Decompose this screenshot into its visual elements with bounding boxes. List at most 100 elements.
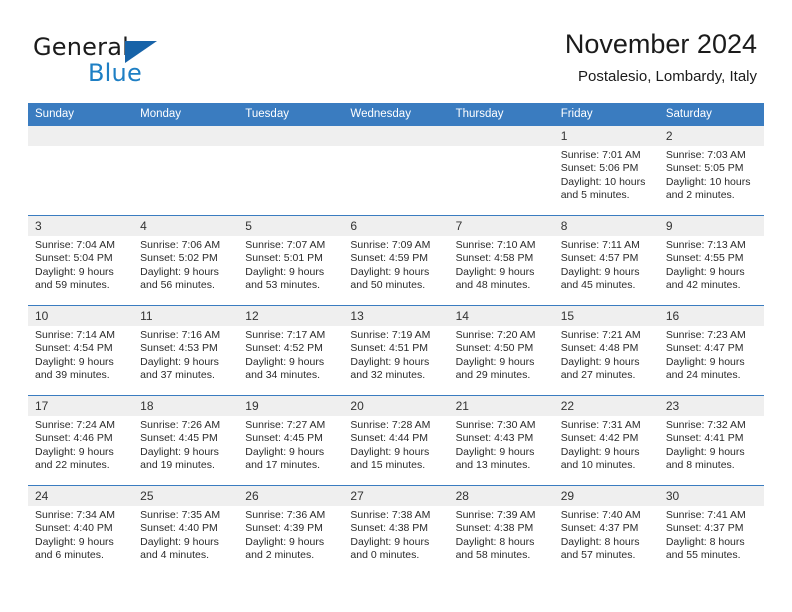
sunset-text: Sunset: 4:43 PM [455,432,534,445]
sunset-text: Sunset: 5:01 PM [245,252,323,265]
daylight-text: Daylight: 9 hours and 34 minutes. [245,355,325,382]
sunset-text: Sunset: 4:47 PM [665,342,744,355]
day-details: Sunrise: 7:11 AM Sunset: 4:57 PM Daylight:… [554,236,659,293]
daylight-text: Daylight: 9 hours and 17 minutes. [245,445,325,472]
sunset-text: Sunset: 4:50 PM [455,342,534,355]
calendar-day-cell[interactable]: 17 Sunrise: 7:24 AM Sunset: 4:46 PM Dayligh… [28,395,134,486]
calendar-day-cell[interactable]: 13 Sunrise: 7:19 AM Sunset: 4:51 PM Dayligh… [343,305,449,396]
calendar-body: 1 Sunrise: 7:01 AM Sunset: 5:06 PM Daylight… [28,125,764,575]
daylight-text: Daylight: 9 hours and 6 minutes. [35,535,114,562]
calendar-week-row: 24 Sunrise: 7:34 AM Sunset: 4:40 PM Dayligh… [28,485,764,575]
calendar-day-cell[interactable]: 7 Sunrise: 7:10 AM Sunset: 4:58 PM Daylight… [448,215,554,306]
calendar-day-cell[interactable]: 19 Sunrise: 7:27 AM Sunset: 4:45 PM Dayligh… [238,395,344,486]
page-header: General Blue November 2024 Postalesio, L… [0,0,792,100]
calendar-day-cell[interactable]: 2 Sunrise: 7:03 AM Sunset: 5:05 PM Daylight… [658,125,764,216]
sunrise-text: Sunrise: 7:17 AM [245,329,326,341]
day-details: Sunrise: 7:01 AM Sunset: 5:06 PM Daylight:… [554,146,659,203]
calendar-day-cell[interactable]: 30 Sunrise: 7:41 AM Sunset: 4:37 PM Dayligh… [658,485,764,575]
sunset-text: Sunset: 4:38 PM [455,522,534,535]
day-details: Sunrise: 7:26 AM Sunset: 4:45 PM Daylight:… [133,416,238,473]
calendar-day-cell[interactable]: 8 Sunrise: 7:11 AM Sunset: 4:57 PM Daylight… [553,215,659,306]
day-details: Sunrise: 7:21 AM Sunset: 4:48 PM Daylight:… [554,326,659,383]
calendar-day-cell[interactable]: 4 Sunrise: 7:06 AM Sunset: 5:02 PM Daylight… [133,215,239,306]
daylight-text: Daylight: 9 hours and 15 minutes. [350,445,430,472]
sunrise-text: Sunrise: 7:04 AM [35,239,115,251]
day-number: 19 [238,396,344,416]
sunset-text: Sunset: 4:37 PM [665,522,744,535]
daylight-text: Daylight: 8 hours and 55 minutes. [665,535,745,562]
calendar-day-cell[interactable]: 15 Sunrise: 7:21 AM Sunset: 4:48 PM Dayligh… [553,305,659,396]
calendar-day-cell[interactable]: 16 Sunrise: 7:23 AM Sunset: 4:47 PM Dayligh… [658,305,764,396]
calendar-day-cell[interactable]: 27 Sunrise: 7:38 AM Sunset: 4:38 PM Dayligh… [343,485,449,575]
sunset-text: Sunset: 4:45 PM [245,432,323,445]
day-number: 28 [448,486,554,506]
brand-logo[interactable]: General Blue [33,33,253,89]
sunset-text: Sunset: 5:06 PM [560,162,639,175]
day-number: 1 [553,126,659,146]
sunrise-text: Sunrise: 7:06 AM [140,239,221,251]
sunset-text: Sunset: 4:38 PM [350,522,429,535]
calendar-day-cell[interactable]: 10 Sunrise: 7:14 AM Sunset: 4:54 PM Dayligh… [28,305,134,396]
sunrise-text: Sunrise: 7:09 AM [350,239,431,251]
day-details: Sunrise: 7:35 AM Sunset: 4:40 PM Daylight:… [133,506,238,563]
daylight-text: Daylight: 9 hours and 32 minutes. [350,355,430,382]
calendar-day-cell[interactable]: 22 Sunrise: 7:31 AM Sunset: 4:42 PM Dayligh… [553,395,659,486]
sunset-text: Sunset: 4:40 PM [140,522,218,535]
calendar-day-cell[interactable]: 6 Sunrise: 7:09 AM Sunset: 4:59 PM Daylight… [343,215,449,306]
day-number: 2 [658,126,764,146]
day-details: Sunrise: 7:16 AM Sunset: 4:53 PM Daylight:… [133,326,238,383]
sunrise-text: Sunrise: 7:28 AM [350,419,431,431]
calendar-day-cell[interactable]: 26 Sunrise: 7:36 AM Sunset: 4:39 PM Dayligh… [238,485,344,575]
calendar-day-cell[interactable]: 23 Sunrise: 7:32 AM Sunset: 4:41 PM Dayligh… [658,395,764,486]
calendar-day-cell[interactable]: 1 Sunrise: 7:01 AM Sunset: 5:06 PM Daylight… [553,125,659,216]
daylight-text: Daylight: 8 hours and 57 minutes. [560,535,640,562]
calendar-week-row: 10 Sunrise: 7:14 AM Sunset: 4:54 PM Dayligh… [28,305,764,396]
daylight-text: Daylight: 9 hours and 4 minutes. [140,535,219,562]
calendar-day-cell[interactable]: 25 Sunrise: 7:35 AM Sunset: 4:40 PM Dayligh… [133,485,239,575]
calendar-day-cell[interactable]: 5 Sunrise: 7:07 AM Sunset: 5:01 PM Daylight… [238,215,344,306]
day-details: Sunrise: 7:17 AM Sunset: 4:52 PM Daylight:… [238,326,343,383]
calendar-day-cell-empty [133,125,239,216]
calendar-day-cell[interactable]: 18 Sunrise: 7:26 AM Sunset: 4:45 PM Dayligh… [133,395,239,486]
sunrise-text: Sunrise: 7:39 AM [455,509,536,521]
day-number: 5 [238,216,344,236]
calendar-day-cell[interactable]: 14 Sunrise: 7:20 AM Sunset: 4:50 PM Dayligh… [448,305,554,396]
weekday-header-wednesday: Wednesday [343,103,449,126]
calendar-week-row: 17 Sunrise: 7:24 AM Sunset: 4:46 PM Dayligh… [28,395,764,486]
calendar-day-cell[interactable]: 20 Sunrise: 7:28 AM Sunset: 4:44 PM Dayligh… [343,395,449,486]
sunset-text: Sunset: 4:55 PM [665,252,744,265]
sunset-text: Sunset: 4:59 PM [350,252,429,265]
sunset-text: Sunset: 4:53 PM [140,342,218,355]
weekday-header-saturday: Saturday [658,103,764,126]
calendar-day-cell[interactable]: 12 Sunrise: 7:17 AM Sunset: 4:52 PM Dayligh… [238,305,344,396]
day-details: Sunrise: 7:28 AM Sunset: 4:44 PM Daylight:… [343,416,448,473]
page-subtitle: Postalesio, Lombardy, Italy [578,68,757,85]
sunrise-text: Sunrise: 7:03 AM [665,149,746,161]
sunrise-text: Sunrise: 7:26 AM [140,419,221,431]
weekday-header-row: Sunday Monday Tuesday Wednesday Thursday… [28,103,764,126]
daylight-text: Daylight: 9 hours and 8 minutes. [665,445,745,472]
sunrise-text: Sunrise: 7:01 AM [560,149,641,161]
calendar-day-cell[interactable]: 21 Sunrise: 7:30 AM Sunset: 4:43 PM Dayligh… [448,395,554,486]
day-details: Sunrise: 7:36 AM Sunset: 4:39 PM Daylight:… [238,506,343,563]
day-number: 20 [343,396,449,416]
brand-name-blue: Blue [88,59,142,87]
calendar-day-cell[interactable]: 3 Sunrise: 7:04 AM Sunset: 5:04 PM Daylight… [28,215,134,306]
day-number: 18 [133,396,239,416]
sunrise-text: Sunrise: 7:40 AM [560,509,641,521]
calendar-day-cell[interactable]: 9 Sunrise: 7:13 AM Sunset: 4:55 PM Daylight… [658,215,764,306]
daylight-text: Daylight: 9 hours and 42 minutes. [665,265,745,292]
daylight-text: Daylight: 9 hours and 0 minutes. [350,535,430,562]
calendar-day-cell[interactable]: 29 Sunrise: 7:40 AM Sunset: 4:37 PM Dayligh… [553,485,659,575]
sunrise-text: Sunrise: 7:07 AM [245,239,326,251]
day-number: 6 [343,216,449,236]
day-number: 27 [343,486,449,506]
calendar-day-cell[interactable]: 28 Sunrise: 7:39 AM Sunset: 4:38 PM Dayligh… [448,485,554,575]
day-details: Sunrise: 7:30 AM Sunset: 4:43 PM Daylight:… [449,416,554,473]
day-details: Sunrise: 7:06 AM Sunset: 5:02 PM Daylight:… [133,236,238,293]
day-number: 11 [133,306,239,326]
sunset-text: Sunset: 4:58 PM [455,252,534,265]
calendar-day-cell[interactable]: 24 Sunrise: 7:34 AM Sunset: 4:40 PM Dayligh… [28,485,134,575]
calendar-day-cell[interactable]: 11 Sunrise: 7:16 AM Sunset: 4:53 PM Dayligh… [133,305,239,396]
sunrise-text: Sunrise: 7:11 AM [560,239,640,251]
